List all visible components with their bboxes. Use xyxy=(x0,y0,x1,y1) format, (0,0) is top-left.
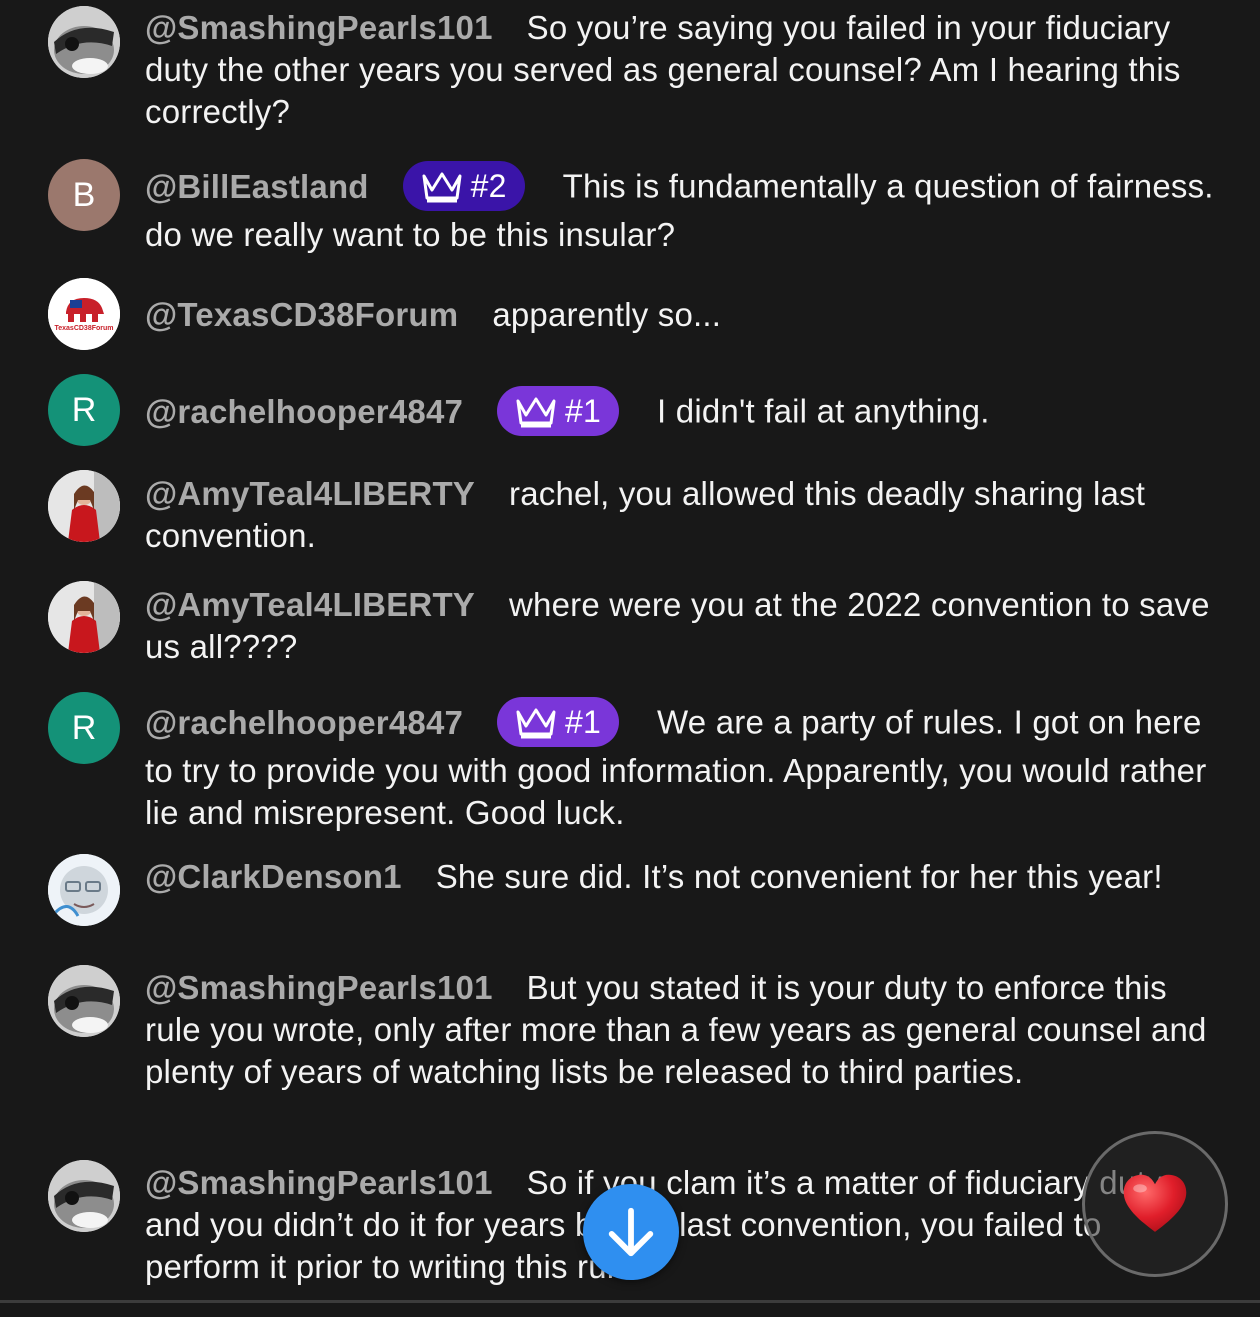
crown-icon xyxy=(516,708,556,739)
badge-label: #2 xyxy=(470,168,507,204)
avatar[interactable]: R xyxy=(48,374,120,446)
arrow-down-icon xyxy=(608,1207,654,1257)
avatar[interactable] xyxy=(48,470,120,542)
avatar-logo-text: TexasCD38Forum xyxy=(54,325,113,332)
scroll-to-bottom-button[interactable] xyxy=(583,1184,679,1280)
avatar-image xyxy=(48,854,120,926)
avatar[interactable] xyxy=(48,581,120,653)
avatar-image xyxy=(48,6,120,78)
avatar[interactable] xyxy=(48,1160,120,1232)
avatar-letter: B xyxy=(72,175,96,214)
avatar[interactable] xyxy=(48,854,120,926)
message-author[interactable]: @AmyTeal4LIBERTY xyxy=(145,586,475,623)
message-author[interactable]: @SmashingPearls101 xyxy=(145,1164,493,1201)
crown-icon xyxy=(422,172,462,203)
avatar[interactable] xyxy=(48,965,120,1037)
message-author[interactable]: @rachelhooper4847 xyxy=(145,704,463,741)
rank-badge: #1 xyxy=(497,386,620,436)
avatar-letter: R xyxy=(71,390,97,429)
avatar-image xyxy=(48,470,120,542)
avatar[interactable]: B xyxy=(48,159,120,231)
avatar-letter: R xyxy=(71,708,97,747)
avatar-image xyxy=(48,965,120,1037)
rank-badge: #1 xyxy=(497,697,620,747)
badge-label: #1 xyxy=(565,393,602,429)
avatar-image xyxy=(48,1160,120,1232)
avatar-image: TexasCD38Forum xyxy=(48,278,120,350)
message-author[interactable]: @ClarkDenson1 xyxy=(145,858,402,895)
message-author[interactable]: @TexasCD38Forum xyxy=(145,296,458,333)
message-author[interactable]: @AmyTeal4LIBERTY xyxy=(145,475,475,512)
message-author[interactable]: @SmashingPearls101 xyxy=(145,9,493,46)
avatar[interactable]: R xyxy=(48,692,120,764)
message-author[interactable]: @SmashingPearls101 xyxy=(145,969,493,1006)
badge-label: #1 xyxy=(565,704,602,740)
message-text: apparently so... xyxy=(492,296,722,333)
message-author[interactable]: @BillEastland xyxy=(145,168,369,205)
message-text: I didn't fail at anything. xyxy=(657,392,990,430)
avatar[interactable] xyxy=(48,6,120,78)
divider xyxy=(0,1300,1260,1303)
heart-icon xyxy=(1123,1174,1187,1232)
avatar[interactable]: TexasCD38Forum xyxy=(48,278,120,350)
reaction-button[interactable] xyxy=(1082,1131,1228,1277)
avatar-image xyxy=(48,581,120,653)
message-text: She sure did. It’s not convenient for he… xyxy=(435,858,1163,895)
message-author[interactable]: @rachelhooper4847 xyxy=(145,393,463,430)
crown-icon xyxy=(516,397,556,428)
rank-badge: #2 xyxy=(402,161,525,211)
